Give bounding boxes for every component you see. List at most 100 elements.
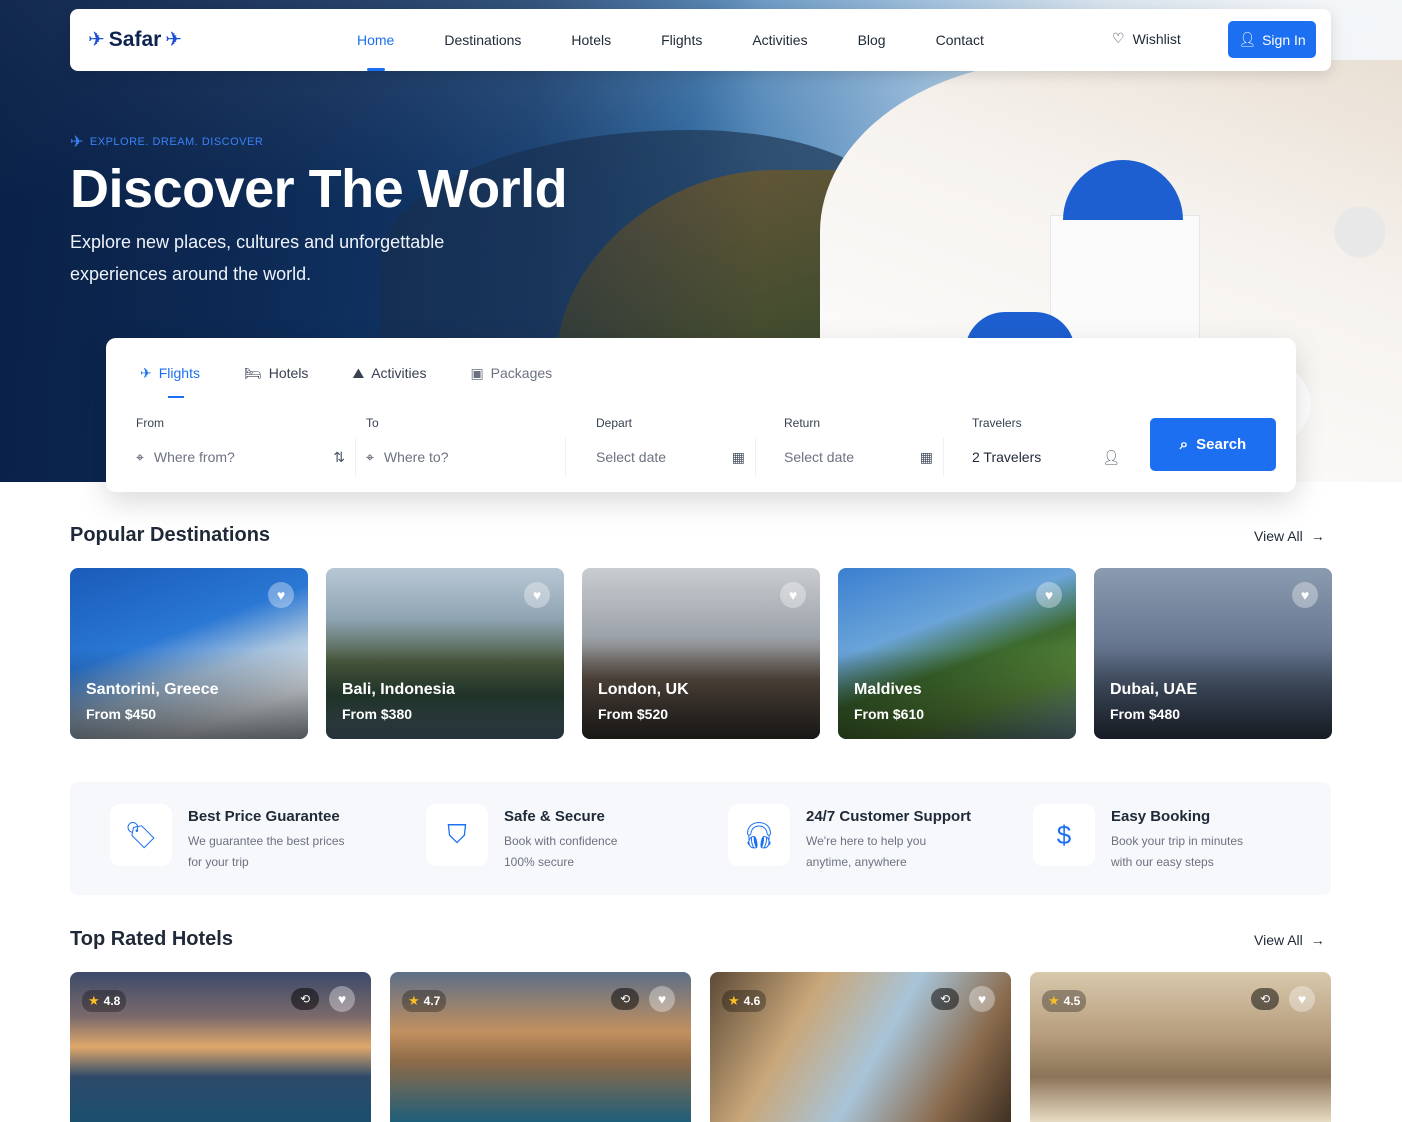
star-icon: ★ (408, 993, 420, 1008)
destination-name: Maldives (854, 681, 922, 698)
top-navbar: ✈ Safar ✈ Home Destinations Hotels Fligh… (70, 9, 1331, 71)
favorite-heart-icon[interactable]: ♥ (329, 986, 355, 1012)
sign-in-button[interactable]: 👤︎ Sign In (1228, 21, 1316, 58)
feature-item: ⛉ Safe & Secure Book with confidence 100… (426, 804, 634, 873)
to-placeholder: Where to? (383, 449, 449, 465)
destination-name: Santorini, Greece (86, 681, 219, 698)
destination-card[interactable]: ♥ Maldives From $610 (838, 568, 1076, 739)
destination-name: London, UK (598, 681, 689, 698)
destinations-view-all[interactable]: View All → (1254, 528, 1325, 544)
from-placeholder: Where from? (153, 449, 235, 465)
tab-flights[interactable]: ✈ Flights (126, 354, 214, 398)
favorite-heart-icon[interactable]: ♥ (1292, 582, 1318, 608)
swap-icon[interactable]: ⇅ (333, 449, 345, 466)
heart-icon: ♡ (1112, 30, 1125, 46)
view-360-icon[interactable]: ⟲ (1251, 988, 1279, 1010)
hotel-card[interactable]: ★ 4.7 ⟲ ♥ (390, 972, 691, 1122)
favorite-heart-icon[interactable]: ♥ (969, 986, 995, 1012)
travelers-select[interactable]: 2 Travelers 👤︎ (962, 438, 1130, 476)
destination-card[interactable]: ♥ Dubai, UAE From $480 (1094, 568, 1332, 739)
arrow-right-icon: → (1310, 528, 1325, 544)
search-button[interactable]: ⌕ Search (1150, 418, 1276, 471)
tab-hotels-label: Hotels (268, 365, 309, 381)
feature-title: Safe & Secure (504, 808, 605, 825)
travelers-label: Travelers (972, 416, 1022, 430)
depart-input[interactable]: Select date ▦ (586, 438, 756, 476)
depart-field: Depart Select date ▦ (586, 416, 756, 476)
return-placeholder: Select date (784, 449, 855, 465)
calendar-icon: ▦ (919, 448, 933, 465)
hotels-view-all[interactable]: View All → (1254, 932, 1325, 948)
view-360-icon[interactable]: ⟲ (611, 988, 639, 1010)
tab-packages-label: Packages (490, 365, 553, 381)
plane-icon: ✈ (70, 134, 84, 151)
depart-label: Depart (596, 416, 633, 430)
destination-name: Bali, Indonesia (342, 681, 455, 698)
travelers-field: Travelers 2 Travelers 👤︎ (962, 416, 1130, 476)
tab-flights-label: Flights (158, 365, 200, 381)
search-icon: ⌕ (1179, 436, 1189, 453)
price-tag-icon: 🏷︎ (110, 804, 172, 866)
favorite-heart-icon[interactable]: ♥ (268, 582, 294, 608)
location-pin-icon: ⌖ (366, 448, 374, 465)
destination-name: Dubai, UAE (1110, 681, 1198, 698)
rating-value: 4.5 (1063, 994, 1081, 1008)
search-panel: ✈ Flights 🛏︎ Hotels ⛰︎ Activities ▣ Pack… (106, 338, 1296, 492)
favorite-heart-icon[interactable]: ♥ (1036, 582, 1062, 608)
destination-card[interactable]: ♥ London, UK From $520 (582, 568, 820, 739)
return-label: Return (784, 416, 821, 430)
nav-contact[interactable]: Contact (936, 9, 984, 71)
rating-value: 4.6 (743, 994, 761, 1008)
feature-item: $ Easy Booking Book your trip in minutes… (1033, 804, 1261, 873)
destination-card[interactable]: ♥ Santorini, Greece From $450 (70, 568, 308, 739)
favorite-heart-icon[interactable]: ♥ (1289, 986, 1315, 1012)
person-icon: 👤︎ (1102, 448, 1120, 465)
from-label: From (136, 416, 164, 430)
feature-title: Best Price Guarantee (188, 808, 340, 825)
nav-activities[interactable]: Activities (752, 9, 807, 71)
hotel-card[interactable]: ★ 4.5 ⟲ ♥ (1030, 972, 1331, 1122)
favorite-heart-icon[interactable]: ♥ (780, 582, 806, 608)
brand-logo[interactable]: ✈ Safar ✈ (88, 27, 182, 52)
feature-item: 🏷︎ Best Price Guarantee We guarantee the… (110, 804, 348, 873)
nav-hotels[interactable]: Hotels (571, 9, 611, 71)
destination-price: From $450 (86, 706, 157, 722)
rating-badge: ★ 4.6 (722, 990, 767, 1012)
to-input[interactable]: ⌖ Where to? (356, 438, 566, 476)
tab-packages[interactable]: ▣ Packages (456, 354, 566, 392)
feature-item: 🎧︎ 24/7 Customer Support We're here to h… (728, 804, 971, 873)
nav-destinations[interactable]: Destinations (444, 9, 521, 71)
tab-activities[interactable]: ⛰︎ Activities (338, 354, 440, 392)
nav-flights[interactable]: Flights (661, 9, 702, 71)
favorite-heart-icon[interactable]: ♥ (524, 582, 550, 608)
headset-icon: 🎧︎ (728, 804, 790, 866)
nav-blog[interactable]: Blog (858, 9, 886, 71)
destination-card[interactable]: ♥ Bali, Indonesia From $380 (326, 568, 564, 739)
star-icon: ★ (88, 993, 100, 1008)
wishlist-link[interactable]: ♡ Wishlist (1112, 30, 1181, 47)
view-360-icon[interactable]: ⟲ (931, 988, 959, 1010)
return-field: Return Select date ▦ (774, 416, 944, 476)
hotel-card[interactable]: ★ 4.6 ⟲ ♥ (710, 972, 1011, 1122)
hero-eyebrow: ✈ EXPLORE. DREAM. DISCOVER (70, 132, 263, 152)
from-input[interactable]: ⌖ Where from? ⇅ (126, 438, 356, 476)
destination-price: From $380 (342, 706, 413, 722)
nav-home[interactable]: Home (357, 9, 394, 71)
star-icon: ★ (728, 993, 740, 1008)
arrow-right-icon: → (1310, 932, 1325, 948)
view-360-icon[interactable]: ⟲ (291, 988, 319, 1010)
favorite-heart-icon[interactable]: ♥ (649, 986, 675, 1012)
star-icon: ★ (1048, 993, 1060, 1008)
package-icon: ▣ (470, 364, 484, 381)
user-icon: 👤︎ (1238, 31, 1257, 47)
feature-title: 24/7 Customer Support (806, 808, 972, 825)
rating-value: 4.7 (423, 994, 441, 1008)
tab-activities-label: Activities (371, 365, 427, 381)
return-input[interactable]: Select date ▦ (774, 438, 944, 476)
hotel-card[interactable]: ★ 4.8 ⟲ ♥ (70, 972, 371, 1122)
feature-desc: We're here to help you anytime, anywhere (806, 834, 927, 869)
tab-hotels[interactable]: 🛏︎ Hotels (230, 354, 322, 392)
mountain-icon: ⛰︎ (352, 364, 365, 381)
feature-title: Easy Booking (1111, 808, 1211, 825)
location-pin-icon: ⌖ (136, 448, 144, 465)
